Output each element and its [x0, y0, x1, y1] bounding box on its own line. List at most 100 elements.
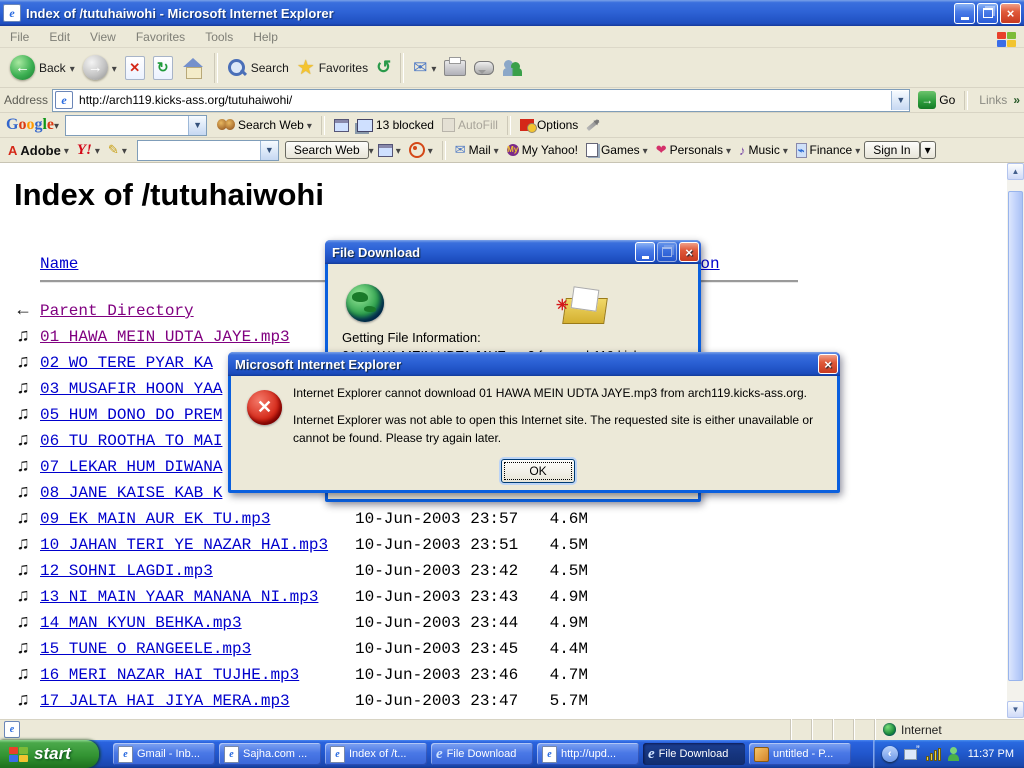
music-dropdown-icon[interactable]: [783, 143, 788, 157]
yahoo-search-combo[interactable]: ▼: [137, 140, 279, 161]
forward-button[interactable]: →: [79, 51, 121, 85]
scrollbar-thumb[interactable]: [1008, 191, 1023, 681]
address-combo[interactable]: e ▼: [52, 89, 910, 112]
yahoo-dropdown-icon[interactable]: [95, 143, 100, 157]
search-web-dropdown-icon[interactable]: [307, 118, 312, 132]
google-dropdown-icon[interactable]: [54, 118, 59, 132]
mail-dropdown-icon[interactable]: [431, 61, 436, 75]
finance-dropdown-icon[interactable]: [855, 143, 860, 157]
links-label[interactable]: Links: [973, 93, 1013, 107]
signal-strength-icon[interactable]: [926, 748, 941, 761]
ok-button[interactable]: OK: [501, 459, 575, 483]
menu-edit[interactable]: Edit: [39, 30, 80, 44]
finance-button[interactable]: ⌁ Finance: [792, 143, 864, 158]
restore-button[interactable]: [977, 3, 998, 24]
file-link[interactable]: 01 HAWA MEIN UDTA JAYE.mp3: [40, 324, 290, 350]
google-search-input[interactable]: [66, 117, 188, 133]
file-link[interactable]: 12 SOHNI LAGDI.mp3: [40, 558, 213, 584]
scroll-up-icon[interactable]: ▲: [1007, 163, 1024, 180]
bookmarks-dropdown-icon[interactable]: [396, 143, 401, 157]
taskbar-button-file-download-1[interactable]: e File Download: [431, 743, 533, 765]
hotjobs-button[interactable]: [405, 142, 437, 158]
network-tray-icon[interactable]: [904, 748, 920, 761]
yahoo-mail-button[interactable]: ✉ Mail: [451, 142, 503, 158]
file-link[interactable]: 16 MERI NAZAR HAI TUJHE.mp3: [40, 662, 299, 688]
google-search-dropdown-icon[interactable]: ▼: [188, 116, 206, 135]
close-button[interactable]: ×: [1000, 3, 1021, 24]
forward-dropdown-icon[interactable]: [112, 61, 117, 75]
stop-button[interactable]: ✕: [121, 51, 149, 85]
parent-directory-link[interactable]: Parent Directory: [40, 298, 194, 324]
taskbar-button-file-download-2[interactable]: e File Download: [643, 743, 745, 765]
mail-button[interactable]: ✉: [409, 51, 440, 85]
taskbar-button-http-upd[interactable]: e http://upd...: [537, 743, 639, 765]
menu-view[interactable]: View: [80, 30, 126, 44]
yahoo-search-dropdown-icon[interactable]: ▼: [260, 141, 278, 160]
error-dialog-close-button[interactable]: ×: [818, 354, 838, 374]
refresh-button[interactable]: ↻: [149, 51, 177, 85]
yahoo-search-web-button[interactable]: Search Web: [285, 141, 369, 159]
hotjobs-dropdown-icon[interactable]: [428, 143, 433, 157]
home-button[interactable]: [177, 51, 209, 85]
dialog-minimize-button[interactable]: [635, 242, 655, 262]
games-button[interactable]: Games: [582, 143, 652, 157]
file-link[interactable]: 09 EK MAIN AUR EK TU.mp3: [40, 506, 270, 532]
file-link[interactable]: 10 JAHAN TERI YE NAZAR HAI.mp3: [40, 532, 328, 558]
taskbar-button-untitled[interactable]: untitled - P...: [749, 743, 851, 765]
print-button[interactable]: [440, 51, 470, 85]
back-button[interactable]: ← Back: [6, 51, 79, 85]
personals-button[interactable]: ❤ Personals: [652, 142, 735, 158]
adobe-dropdown-icon[interactable]: [64, 143, 69, 157]
discuss-button[interactable]: [470, 51, 498, 85]
back-dropdown-icon[interactable]: [70, 61, 75, 75]
taskbar-button-index[interactable]: e Index of /t...: [325, 743, 427, 765]
menu-favorites[interactable]: Favorites: [126, 30, 195, 44]
file-link[interactable]: 07 LEKAR HUM DIWANA: [40, 454, 222, 480]
popup-blocked-button[interactable]: 13 blocked: [353, 118, 438, 132]
file-link[interactable]: 14 MAN KYUN BEHKA.mp3: [40, 610, 242, 636]
go-button[interactable]: → Go: [914, 91, 959, 109]
search-button[interactable]: Search: [223, 51, 293, 85]
bookmarks-button[interactable]: [374, 143, 405, 157]
links-chevron-icon[interactable]: »: [1013, 93, 1020, 107]
yahoo-pencil-button[interactable]: ✎: [104, 142, 131, 158]
taskbar-button-sajha[interactable]: e Sajha.com ...: [219, 743, 321, 765]
column-header-name[interactable]: Name: [40, 255, 78, 273]
file-link[interactable]: 02 WO TERE PYAR KA: [40, 350, 213, 376]
file-link[interactable]: 08 JANE KAISE KAB K: [40, 480, 222, 506]
my-yahoo-button[interactable]: My My Yahoo!: [503, 143, 582, 157]
messenger-button[interactable]: [498, 51, 528, 85]
highlight-button[interactable]: [582, 123, 604, 127]
yahoo-mail-dropdown-icon[interactable]: [494, 143, 499, 157]
address-dropdown-icon[interactable]: ▼: [891, 91, 909, 110]
file-link[interactable]: 03 MUSAFIR HOON YAA: [40, 376, 222, 402]
music-button[interactable]: ♪ Music: [735, 143, 792, 158]
address-input[interactable]: [77, 92, 891, 108]
yahoo-search-input[interactable]: [138, 142, 260, 158]
adobe-button[interactable]: A Adobe: [4, 143, 73, 158]
sign-in-dropdown-icon[interactable]: ▾: [920, 141, 936, 159]
options-button[interactable]: Options: [516, 118, 582, 132]
sign-in-button[interactable]: Sign In: [864, 141, 919, 159]
file-link[interactable]: 15 TUNE O RANGEELE.mp3: [40, 636, 251, 662]
minimize-button[interactable]: [954, 3, 975, 24]
taskbar-button-gmail[interactable]: e Gmail - Inb...: [113, 743, 215, 765]
favorites-button[interactable]: ★ Favorites: [293, 51, 372, 85]
file-link[interactable]: 05 HUM DONO DO PREM: [40, 402, 222, 428]
games-dropdown-icon[interactable]: [643, 143, 648, 157]
pencil-dropdown-icon[interactable]: [122, 143, 127, 157]
start-button[interactable]: start: [0, 740, 99, 768]
google-logo[interactable]: Google: [6, 116, 54, 134]
personals-dropdown-icon[interactable]: [726, 143, 731, 157]
file-link[interactable]: 13 NI MAIN YAAR MANANA NI.mp3: [40, 584, 318, 610]
history-button[interactable]: ↺: [372, 51, 395, 85]
messenger-tray-icon[interactable]: [947, 747, 960, 761]
scroll-down-icon[interactable]: ▼: [1007, 701, 1024, 718]
google-search-web-button[interactable]: Search Web: [213, 118, 316, 132]
menu-file[interactable]: File: [0, 30, 39, 44]
tray-chevron-icon[interactable]: ‹: [882, 746, 898, 762]
google-search-combo[interactable]: ▼: [65, 115, 207, 136]
menu-help[interactable]: Help: [243, 30, 288, 44]
file-link[interactable]: 06 TU ROOTHA TO MAI: [40, 428, 222, 454]
google-news-button[interactable]: [330, 119, 353, 132]
